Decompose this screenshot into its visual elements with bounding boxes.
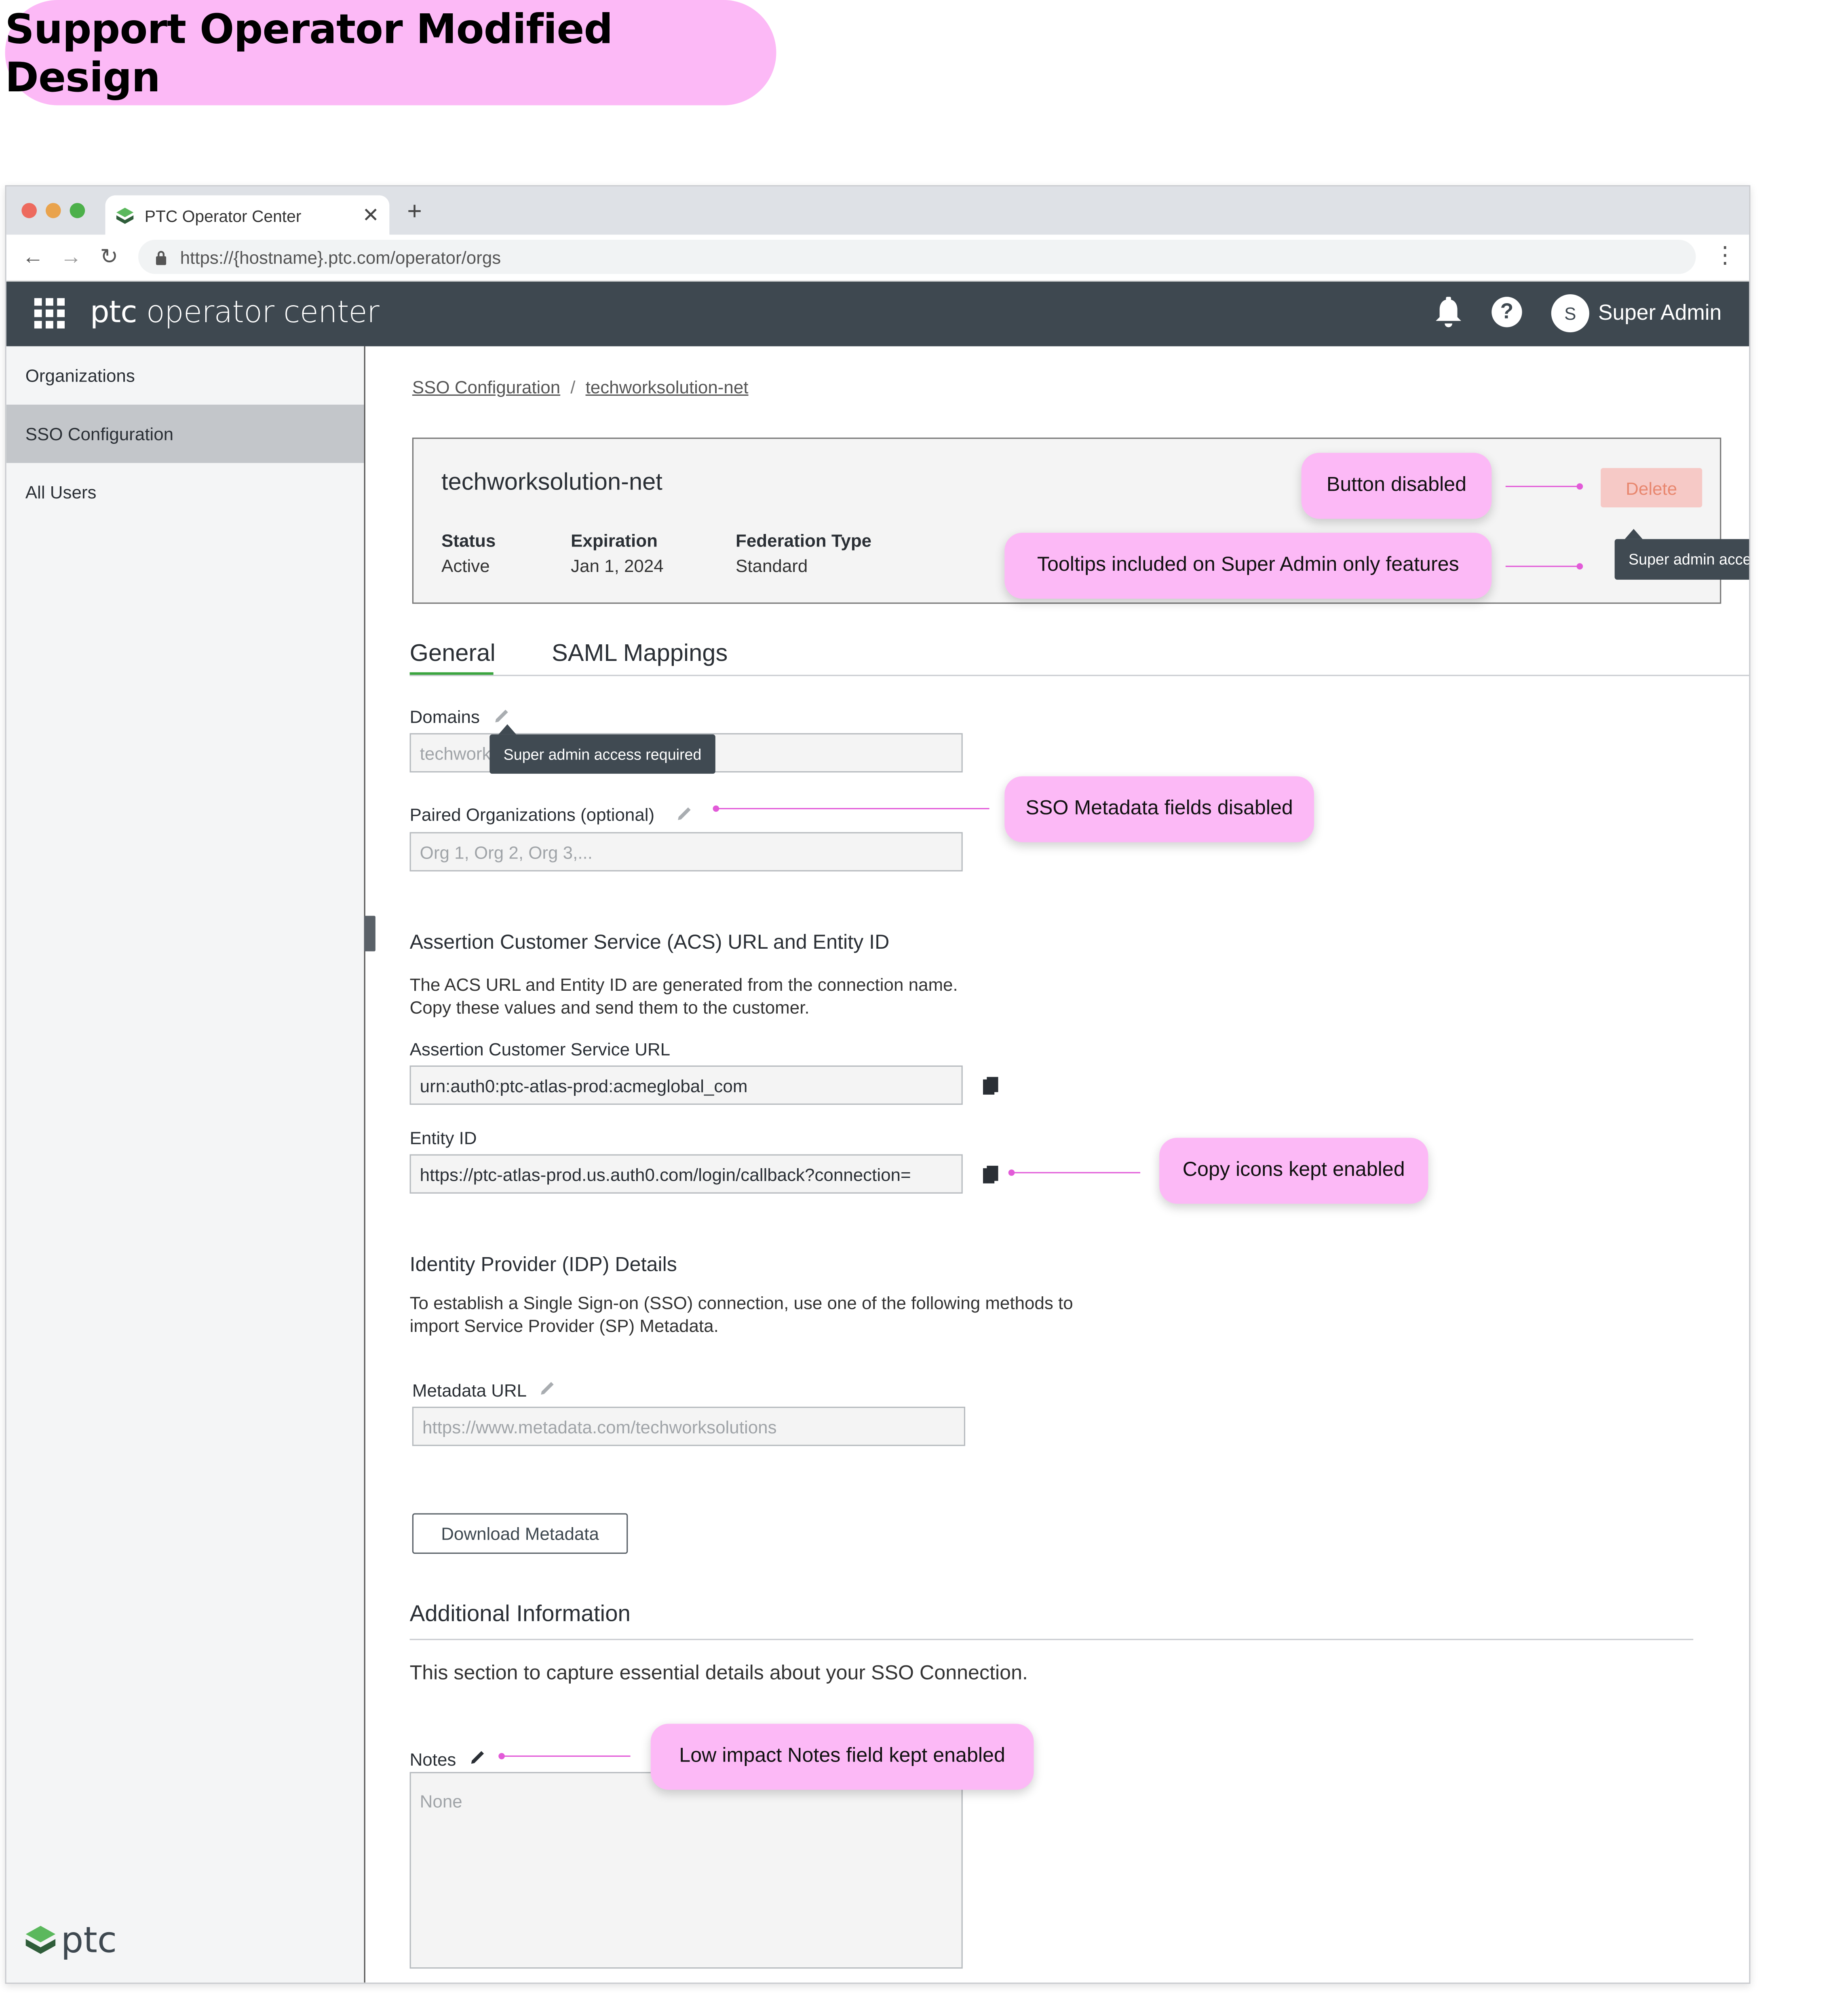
back-icon[interactable]: ← bbox=[21, 245, 44, 269]
status-value: Active bbox=[441, 555, 490, 576]
sidebar-item-all-users[interactable]: All Users bbox=[6, 463, 364, 521]
browser-tab[interactable]: PTC Operator Center ✕ bbox=[105, 195, 390, 236]
callout-button-disabled: Button disabled bbox=[1301, 453, 1492, 519]
callout-leader bbox=[1505, 565, 1579, 567]
download-metadata-button[interactable]: Download Metadata bbox=[412, 1513, 628, 1554]
notes-textarea[interactable]: None bbox=[409, 1772, 963, 1969]
tabs-divider bbox=[409, 675, 1749, 676]
paired-orgs-input: Org 1, Org 2, Org 3,... bbox=[409, 832, 963, 871]
sidebar-item-sso-configuration[interactable]: SSO Configuration bbox=[6, 405, 364, 463]
acs-description-line2: Copy these values and send them to the c… bbox=[409, 997, 810, 1017]
brand-ptc: ptc bbox=[90, 294, 137, 330]
plus-icon[interactable]: + bbox=[407, 198, 422, 227]
footer-logo-text: ptc bbox=[61, 1919, 117, 1961]
acs-url-label: Assertion Customer Service URL bbox=[409, 1039, 671, 1059]
metadata-url-label: Metadata URL bbox=[412, 1380, 527, 1401]
callout-notes-enabled: Low impact Notes field kept enabled bbox=[650, 1724, 1034, 1790]
avatar[interactable]: S bbox=[1551, 294, 1589, 333]
breadcrumb-current[interactable]: techworksolution-net bbox=[586, 377, 749, 397]
callout-tooltips-included: Tooltips included on Super Admin only fe… bbox=[1004, 532, 1492, 599]
breadcrumb: SSO Configuration / techworksolution-net bbox=[412, 377, 749, 397]
additional-divider bbox=[409, 1639, 1694, 1640]
address-bar[interactable]: https://{hostname}.ptc.com/operator/orgs bbox=[138, 240, 1696, 274]
lock-icon bbox=[156, 250, 167, 265]
domains-tooltip: Super admin access required bbox=[489, 734, 715, 774]
copy-icon[interactable] bbox=[983, 1077, 998, 1095]
status-label: Status bbox=[441, 530, 496, 551]
sidebar-resize-handle[interactable] bbox=[364, 916, 376, 952]
pencil-icon[interactable] bbox=[469, 1748, 487, 1766]
browser-tab-title: PTC Operator Center bbox=[144, 206, 302, 225]
tooltip-arrow bbox=[498, 724, 517, 734]
callout-leader bbox=[718, 808, 989, 810]
paired-orgs-label: Paired Organizations (optional) bbox=[409, 804, 655, 825]
brand-name: operator center bbox=[146, 294, 380, 330]
pencil-icon bbox=[495, 709, 508, 723]
ptc-logo-icon bbox=[25, 1925, 56, 1954]
acs-description-line1: The ACS URL and Entity ID are generated … bbox=[409, 974, 958, 995]
maximize-window-dot[interactable] bbox=[70, 203, 85, 218]
delete-button[interactable]: Delete bbox=[1601, 468, 1702, 508]
callout-leader bbox=[1505, 485, 1579, 487]
connection-name: techworksolution-net bbox=[441, 469, 662, 496]
sidebar-footer-logo: ptc bbox=[24, 1919, 117, 1961]
breadcrumb-sso-configuration[interactable]: SSO Configuration bbox=[412, 377, 560, 397]
page-title: Support Operator Modified Design bbox=[5, 0, 776, 106]
browser-tabstrip: PTC Operator Center ✕ + bbox=[6, 186, 1749, 236]
user-name[interactable]: Super Admin bbox=[1598, 301, 1721, 326]
additional-heading: Additional Information bbox=[409, 1601, 631, 1626]
forward-icon[interactable]: → bbox=[59, 245, 82, 269]
help-icon[interactable]: ? bbox=[1491, 297, 1522, 327]
expiration-label: Expiration bbox=[571, 530, 658, 551]
app-header: ptc operator center ? S Super Admin bbox=[6, 281, 1749, 346]
ptc-logo-icon bbox=[116, 207, 134, 224]
callout-copy-icons-enabled: Copy icons kept enabled bbox=[1159, 1137, 1428, 1204]
callout-leader-dot bbox=[1576, 483, 1583, 490]
callout-leader bbox=[1013, 1172, 1141, 1173]
delete-tooltip: Super admin access required bbox=[1614, 539, 1749, 580]
idp-description-line2: import Service Provider (SP) Metadata. bbox=[409, 1315, 719, 1336]
browser-window: PTC Operator Center ✕ + ← → ↻ https://{h… bbox=[5, 185, 1751, 1984]
bell-icon[interactable] bbox=[1435, 297, 1462, 330]
callout-leader bbox=[503, 1755, 631, 1757]
expiration-value: Jan 1, 2024 bbox=[571, 555, 664, 576]
copy-icon[interactable] bbox=[983, 1165, 998, 1184]
entity-id-field: https://ptc-atlas-prod.us.auth0.com/logi… bbox=[409, 1154, 963, 1194]
sidebar-item-organizations[interactable]: Organizations bbox=[6, 346, 364, 405]
callout-leader-dot bbox=[1576, 563, 1583, 570]
browser-toolbar: ← → ↻ https://{hostname}.ptc.com/operato… bbox=[6, 234, 1749, 282]
idp-heading: Identity Provider (IDP) Details bbox=[409, 1254, 677, 1276]
more-icon[interactable]: ⋮ bbox=[1713, 243, 1736, 266]
federation-type-label: Federation Type bbox=[736, 530, 872, 551]
url-text: https://{hostname}.ptc.com/operator/orgs bbox=[180, 247, 501, 267]
tab-general[interactable]: General bbox=[410, 641, 496, 669]
acs-url-field: urn:auth0:ptc-atlas-prod:acmeglobal_com bbox=[409, 1065, 963, 1105]
apps-grid-icon[interactable] bbox=[34, 298, 65, 329]
sidebar: Organizations SSO Configuration All User… bbox=[6, 346, 365, 1983]
breadcrumb-separator: / bbox=[570, 376, 576, 397]
pencil-icon bbox=[541, 1382, 554, 1395]
entity-id-label: Entity ID bbox=[409, 1127, 477, 1148]
tooltip-arrow bbox=[1624, 529, 1643, 539]
reload-icon[interactable]: ↻ bbox=[98, 245, 120, 269]
acs-heading: Assertion Customer Service (ACS) URL and… bbox=[409, 932, 890, 954]
metadata-url-input: https://www.metadata.com/techworksolutio… bbox=[412, 1407, 966, 1446]
tab-saml-mappings[interactable]: SAML Mappings bbox=[552, 641, 728, 669]
idp-description-line1: To establish a Single Sign-on (SSO) conn… bbox=[409, 1292, 1073, 1313]
domains-label: Domains bbox=[409, 706, 480, 727]
pencil-icon bbox=[678, 807, 691, 820]
minimize-window-dot[interactable] bbox=[45, 203, 61, 218]
notes-label: Notes bbox=[409, 1749, 456, 1770]
callout-sso-metadata-disabled: SSO Metadata fields disabled bbox=[1004, 776, 1314, 842]
additional-description: This section to capture essential detail… bbox=[409, 1663, 1028, 1685]
federation-type-value: Standard bbox=[736, 555, 808, 576]
close-window-dot[interactable] bbox=[21, 203, 37, 218]
close-icon[interactable]: ✕ bbox=[362, 203, 379, 228]
app-brand[interactable]: ptc operator center bbox=[90, 294, 380, 330]
